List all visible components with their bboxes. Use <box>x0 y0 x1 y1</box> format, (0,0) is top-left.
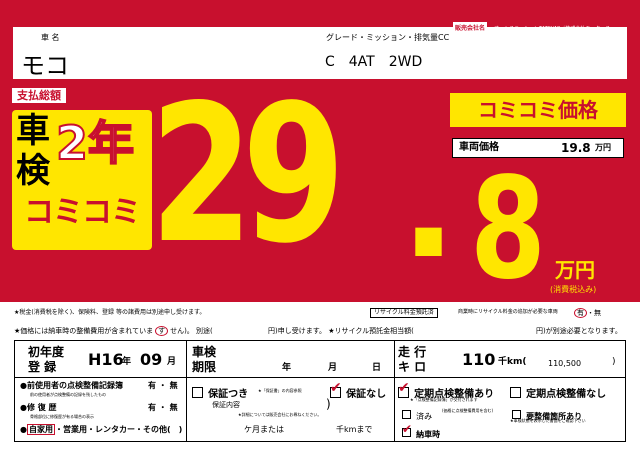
done-label: 済み <box>416 412 433 421</box>
warranty-yes: 保証つき <box>192 384 248 400</box>
use-rest: ・営業用・レンタカー・その他( <box>54 425 171 434</box>
first-reg-year-unit: 年 <box>122 357 132 367</box>
warranty-period-a: ケ月または <box>244 425 284 434</box>
use-bullet: ● <box>20 425 27 434</box>
seller-row: 販売会社名 オートステーションTATSUMI／株式会社モータース <box>453 15 610 33</box>
maintenance-note: ★価格には納車時の整備費用が含まれていますせん)。 別途( <box>14 326 213 336</box>
price-card: { "seller": { "label": "販売会社名", "name": … <box>0 0 640 452</box>
warranty-period-b: 千kmまで <box>336 425 373 434</box>
use-self: 自家用 <box>26 424 55 435</box>
periodic-yes-check-icon: ✔ <box>398 380 410 396</box>
inspection-label-2: 期限 <box>192 360 217 374</box>
seller-label: 販売会社名 <box>453 22 488 33</box>
mileage-unit: 千km( <box>498 357 527 367</box>
total-label: 支払総額 <box>12 88 66 103</box>
repair-opts: 有 ・ 無 <box>148 403 178 412</box>
maintenance-note-d: 円)が別途必要となります。 <box>536 327 622 335</box>
first-reg-label-1: 初年度 <box>28 345 65 359</box>
vehicle-price-unit: 万円 <box>595 143 611 152</box>
periodic-no: 定期点検整備なし <box>510 384 606 400</box>
vehicle-price-value: 19.8 <box>561 141 591 155</box>
divider-1 <box>186 341 187 441</box>
delivery-check-icon: ✔ <box>402 422 413 436</box>
periodic-yes-checkbox[interactable]: ✔ <box>398 381 410 398</box>
done-checkbox[interactable] <box>402 410 411 419</box>
price-dot: . <box>400 118 457 292</box>
insp-month-unit: 月 <box>328 363 338 373</box>
periodic-no-checkbox[interactable] <box>510 387 521 398</box>
first-reg-month-unit: 月 <box>167 357 177 367</box>
seller-name: オートステーションTATSUMI／株式会社モータース <box>494 26 611 32</box>
inspection-label-1: 車検 <box>192 345 217 359</box>
price-unit: 万円 <box>555 258 595 282</box>
prev-owner-opts: 有 ・ 無 <box>148 381 178 390</box>
maintenance-note-a: ★価格には納車時の整備費用が含まれていま <box>14 327 154 335</box>
periodic-no-label: 定期点検整備なし <box>526 389 607 400</box>
divider-2 <box>394 341 395 441</box>
recycle-opts: 有・無 <box>574 308 601 318</box>
repair-label: ●修 復 歴 <box>20 403 57 412</box>
warranty-yes-label: 保証つき <box>208 389 249 400</box>
badge-char-2: 検 <box>16 151 50 191</box>
insp-year-unit: 年 <box>282 363 292 373</box>
done-sub: (価格に点検整備費用を含む) <box>442 408 494 413</box>
first-reg-label-2: 登 録 <box>28 360 57 374</box>
mileage-exact: 110,500 <box>548 359 582 368</box>
prev-owner-sub: 前の使用者が点検整備の記録を残したもの <box>30 392 106 397</box>
warranty-yes-checkbox[interactable] <box>192 387 203 398</box>
mileage-close: ) <box>612 357 616 367</box>
maintenance-su: す <box>155 326 169 336</box>
recycle-no: 無 <box>594 309 601 317</box>
delivery-label: 納車時 <box>416 430 441 439</box>
car-name-label: 車 名 <box>41 33 60 42</box>
prev-owner-label: ●前使用者の点検整備記録簿 <box>20 381 123 390</box>
vehicle-price-box: 車両価格 19.8 万円 <box>452 138 624 158</box>
mileage-label-2: キ ロ <box>398 360 427 374</box>
periodic-note: ★「点検整備記録簿」が交付されます <box>410 397 478 402</box>
warranty-detail-note: ★詳細については販売会社にお尋ねください。 <box>238 412 322 417</box>
warranty-content: 保証内容 <box>212 401 240 409</box>
repair-sub: 骨格部位に修復歴が有る場合の表示 <box>30 414 94 419</box>
delivery-checkbox[interactable]: ✔ <box>402 423 412 437</box>
car-name: モコ <box>21 52 69 80</box>
price-tax-note: (消費税込み) <box>550 285 597 294</box>
mileage-value: 110 <box>462 350 496 369</box>
needed-sub: ★車検状態を表示した書面をご確認下さい <box>510 418 586 423</box>
warranty-no: ✔ 保証なし <box>330 381 387 400</box>
badge-char-1: 車 <box>16 111 50 151</box>
vehicle-price-label: 車両価格 <box>459 142 499 153</box>
hline <box>15 377 625 378</box>
warranty-no-checkbox[interactable]: ✔ <box>330 381 342 398</box>
warranty-no-check-icon: ✔ <box>330 380 342 396</box>
recycle-yes: 有 <box>574 308 587 318</box>
grade-label: グレード・ミッション・排気量CC <box>326 33 450 42</box>
delivery-row: ✔ 納車時 <box>402 423 441 440</box>
recycle-label: リサイクル料金預託済 <box>370 308 438 318</box>
mileage-label-1: 走 行 <box>398 345 427 359</box>
recycle-note: 商業時にリサイクル料金の追加が必要な車両 <box>458 309 558 315</box>
warranty-note: ★「保証書」の内容参照 <box>258 388 302 393</box>
shaken-badge: 車 検 2年 コミコミ <box>12 110 152 250</box>
done-row: 済み <box>402 406 432 422</box>
komikomi-price-label: コミコミ価格 <box>450 93 626 127</box>
warranty-bracket: ) <box>326 397 331 411</box>
use-close: ) <box>178 425 183 434</box>
badge-komikomi: コミコミ <box>24 195 141 230</box>
grade-value: C 4AT 2WD <box>325 54 423 70</box>
first-reg-era: H16 <box>88 350 124 369</box>
insp-day-unit: 日 <box>372 363 382 373</box>
warranty-no-label: 保証なし <box>346 389 387 400</box>
price-integer: 29 <box>150 64 345 285</box>
tax-note: ★税金(消費税を除く)、保険料、登録 等の諸費用は別途申し受けます。 <box>14 309 206 316</box>
first-reg-month: 09 <box>140 350 163 369</box>
maintenance-note-c: 円)申し受けます。 ★リサイクル預託金相当額( <box>268 327 414 335</box>
maintenance-note-b: せん)。 別途( <box>170 327 213 335</box>
badge-years: 2年 <box>55 116 135 170</box>
use-row: ● 自家用 ・営業用・レンタカー・その他() <box>20 424 183 435</box>
price-decimal: 8 <box>470 148 546 311</box>
